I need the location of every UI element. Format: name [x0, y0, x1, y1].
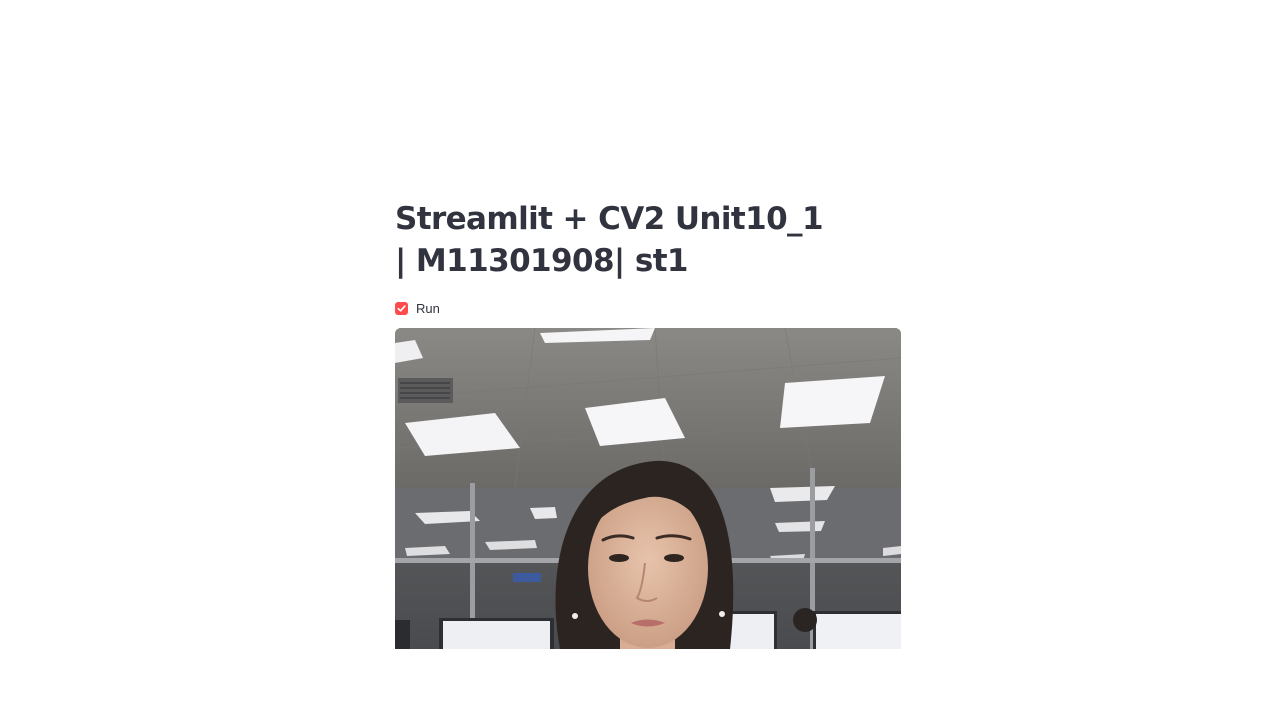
- page-title: Streamlit + CV2 Unit10_1 | M11301908| st…: [395, 201, 824, 279]
- run-checkbox-label: Run: [416, 300, 440, 316]
- streamlit-app: Streamlit + CV2 Unit10_1 | M11301908| st…: [0, 0, 1280, 720]
- check-icon: [397, 304, 406, 312]
- run-checkbox[interactable]: Run: [395, 299, 901, 317]
- webcam-image: [395, 328, 901, 649]
- checkbox-checked[interactable]: [395, 301, 408, 315]
- main-content: Streamlit + CV2 Unit10_1 | M11301908| st…: [395, 198, 901, 649]
- webcam-video-frame: [395, 328, 901, 649]
